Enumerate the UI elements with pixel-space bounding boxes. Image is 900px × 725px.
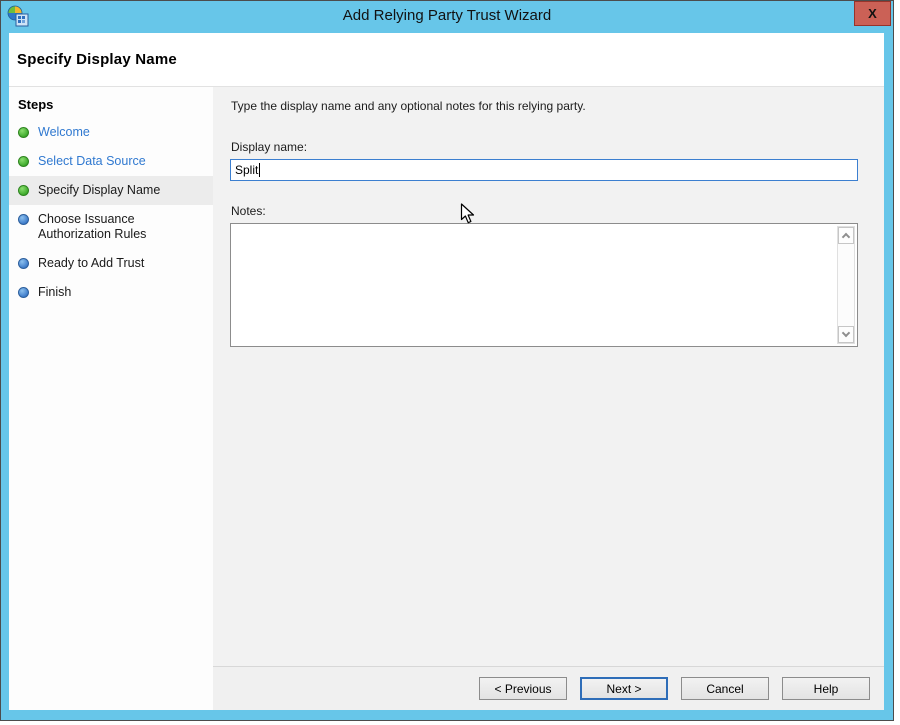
wizard-window: Add Relying Party Trust Wizard X Specify… <box>0 0 894 721</box>
instruction-text: Type the display name and any optional n… <box>231 99 586 113</box>
step-upcoming-icon <box>18 287 29 298</box>
display-name-label: Display name: <box>231 140 307 154</box>
step-label: Finish <box>38 285 71 300</box>
step-finish: Finish <box>9 278 213 307</box>
button-bar: < Previous Next > Cancel Help <box>213 666 884 710</box>
step-label: Choose Issuance Authorization Rules <box>38 212 207 242</box>
content-panel: Type the display name and any optional n… <box>213 87 884 710</box>
step-choose-issuance-authorization-rules: Choose Issuance Authorization Rules <box>9 205 213 249</box>
close-button[interactable]: X <box>854 1 891 26</box>
title-bar: Add Relying Party Trust Wizard X <box>1 1 893 33</box>
step-ready-to-add-trust: Ready to Add Trust <box>9 249 213 278</box>
step-select-data-source[interactable]: Select Data Source <box>9 147 213 176</box>
chevron-down-icon <box>842 329 850 337</box>
step-specify-display-name: Specify Display Name <box>9 176 213 205</box>
steps-sidebar: Steps Welcome Select Data Source Specify… <box>9 87 213 710</box>
step-label: Welcome <box>38 125 90 140</box>
notes-scrollbar <box>837 226 855 344</box>
notes-label: Notes: <box>231 204 266 218</box>
display-name-input[interactable]: Split <box>230 159 858 181</box>
steps-heading: Steps <box>9 95 213 118</box>
wizard-frame: Specify Display Name Steps Welcome Selec… <box>9 33 884 710</box>
step-welcome[interactable]: Welcome <box>9 118 213 147</box>
window-title: Add Relying Party Trust Wizard <box>1 7 893 24</box>
step-upcoming-icon <box>18 214 29 225</box>
display-name-value: Split <box>235 163 258 177</box>
scroll-down-button[interactable] <box>838 326 854 343</box>
step-label: Select Data Source <box>38 154 146 169</box>
step-completed-icon <box>18 185 29 196</box>
step-completed-icon <box>18 127 29 138</box>
step-upcoming-icon <box>18 258 29 269</box>
page-header: Specify Display Name <box>9 33 884 87</box>
step-completed-icon <box>18 156 29 167</box>
step-label: Specify Display Name <box>38 183 160 198</box>
page-title: Specify Display Name <box>17 51 177 68</box>
step-label: Ready to Add Trust <box>38 256 144 271</box>
text-caret <box>259 163 260 177</box>
previous-button[interactable]: < Previous <box>479 677 567 700</box>
help-button[interactable]: Help <box>782 677 870 700</box>
cancel-button[interactable]: Cancel <box>681 677 769 700</box>
mouse-cursor-icon <box>460 203 475 225</box>
chevron-up-icon <box>842 233 850 241</box>
notes-textarea[interactable] <box>230 223 858 347</box>
scroll-up-button[interactable] <box>838 227 854 244</box>
next-button[interactable]: Next > <box>580 677 668 700</box>
